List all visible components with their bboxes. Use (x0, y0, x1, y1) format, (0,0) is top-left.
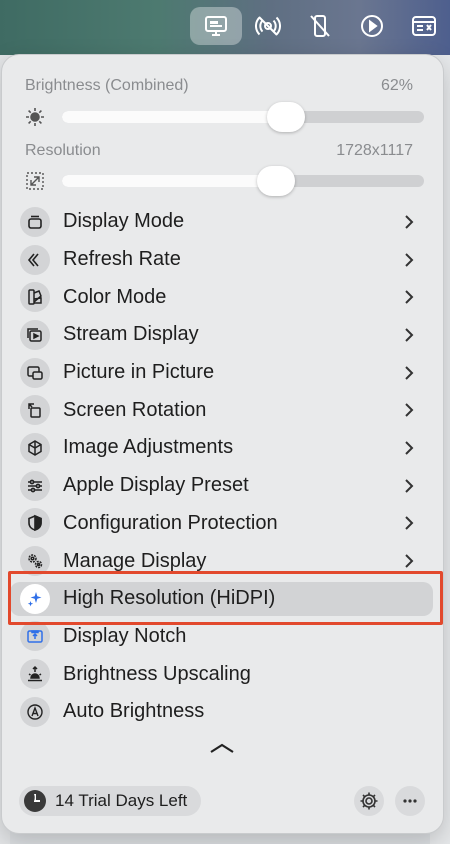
menu-item-label: Display Mode (63, 210, 185, 233)
menu-item-label: Apple Display Preset (63, 474, 249, 497)
stream-display-icon (20, 319, 50, 350)
display-icon (205, 16, 227, 36)
mobile-menu-extra[interactable] (294, 7, 346, 45)
wireless-menu-extra[interactable] (242, 7, 294, 45)
display-mode-icon (20, 206, 50, 237)
color-mode-icon (20, 282, 50, 313)
menu-item-stream-display[interactable]: Stream Display (2, 316, 445, 354)
chevron-right-icon (405, 403, 414, 417)
chevron-right-icon (405, 516, 414, 531)
display-control-panel: Brightness (Combined) 62% Resolution 172… (1, 54, 444, 834)
menu-item-configuration-protection[interactable]: Configuration Protection (2, 505, 445, 543)
image-adjustments-icon (20, 432, 50, 463)
menu-item-high-resolution-hidpi[interactable]: High Resolution (HiDPI) (2, 580, 445, 618)
chevron-right-icon (405, 554, 414, 568)
settings-button[interactable] (354, 786, 384, 816)
chevron-up-icon (210, 743, 234, 753)
resolution-slider-knob[interactable] (256, 166, 295, 196)
sunrise-icon (20, 659, 50, 690)
menu-item-label: Brightness Upscaling (63, 662, 251, 685)
picture-in-picture-icon (20, 357, 50, 388)
trial-days-text: 14 Trial Days Left (55, 791, 188, 810)
auto-a-icon (20, 696, 50, 727)
refresh-rate-icon (20, 244, 50, 275)
menu-item-label: Auto Brightness (63, 700, 205, 723)
shield-icon (20, 508, 50, 539)
chevron-right-icon (405, 478, 414, 493)
sliders-icon (20, 470, 50, 501)
menu-bar (190, 6, 450, 46)
menu-item-label: Picture in Picture (63, 361, 215, 384)
resize-icon (24, 170, 46, 192)
chevron-right-icon (405, 441, 414, 455)
display-menu-extra[interactable] (190, 7, 242, 45)
menu-item-label: High Resolution (HiDPI) (63, 587, 276, 610)
menu-item-display-mode[interactable]: Display Mode (2, 203, 445, 241)
menu-item-label: Color Mode (63, 285, 167, 308)
menu-item-image-adjustments[interactable]: Image Adjustments (2, 429, 445, 467)
sun-icon (24, 106, 46, 128)
menu-item-label: Screen Rotation (63, 398, 207, 421)
resolution-slider-track[interactable] (62, 175, 424, 187)
chevron-right-icon (405, 365, 414, 380)
brightness-slider-fill (62, 111, 287, 123)
menu-item-label: Display Notch (63, 624, 187, 647)
menu-list: Display Mode Refresh Rate Color Mode Str… (2, 203, 445, 731)
menu-item-label: Stream Display (63, 323, 199, 346)
chevron-right-icon (405, 328, 414, 342)
resolution-value: 1728x1117 (336, 142, 413, 159)
resolution-slider-fill (62, 175, 276, 187)
play-menu-extra[interactable] (346, 7, 398, 45)
play-icon (361, 15, 383, 37)
screen-rotation-icon (20, 395, 50, 426)
gears-icon (20, 546, 50, 577)
no-mobile-icon (310, 15, 330, 37)
menu-item-picture-in-picture[interactable]: Picture in Picture (2, 354, 445, 392)
ellipsis-icon (403, 799, 417, 803)
resolution-label: Resolution (25, 142, 101, 159)
menu-item-display-notch[interactable]: Display Notch (2, 618, 445, 656)
menu-item-screen-rotation[interactable]: Screen Rotation (2, 391, 445, 429)
chevron-right-icon (405, 215, 414, 229)
more-options-button[interactable] (395, 786, 425, 816)
brightness-slider-track[interactable] (62, 111, 424, 123)
brightness-label: Brightness (Combined) (25, 77, 189, 94)
menu-item-brightness-upscaling[interactable]: Brightness Upscaling (2, 655, 445, 693)
brightness-slider-knob[interactable] (267, 102, 306, 132)
chevron-right-icon (405, 252, 414, 267)
trial-days-badge[interactable]: 14 Trial Days Left (19, 786, 202, 816)
clock-icon (24, 790, 46, 812)
notch-icon (20, 621, 50, 652)
menu-item-apple-display-preset[interactable]: Apple Display Preset (2, 467, 445, 505)
menu-item-label: Refresh Rate (63, 248, 181, 271)
keyboard-window-menu-extra[interactable] (398, 7, 450, 45)
chevron-right-icon (405, 290, 414, 304)
sparkle-icon (20, 583, 50, 614)
collapse-button[interactable] (207, 739, 237, 757)
menu-item-auto-brightness[interactable]: Auto Brightness (2, 693, 445, 731)
keyboard-window-icon (412, 16, 436, 36)
no-wireless-icon (255, 16, 281, 36)
menu-item-label: Image Adjustments (63, 436, 234, 459)
menu-item-manage-display[interactable]: Manage Display (2, 542, 445, 580)
gear-icon (360, 792, 378, 810)
brightness-value: 62% (380, 77, 413, 94)
menu-item-label: Configuration Protection (63, 511, 278, 534)
menu-item-color-mode[interactable]: Color Mode (2, 278, 445, 316)
menu-item-label: Manage Display (63, 549, 207, 572)
menu-item-refresh-rate[interactable]: Refresh Rate (2, 241, 445, 279)
